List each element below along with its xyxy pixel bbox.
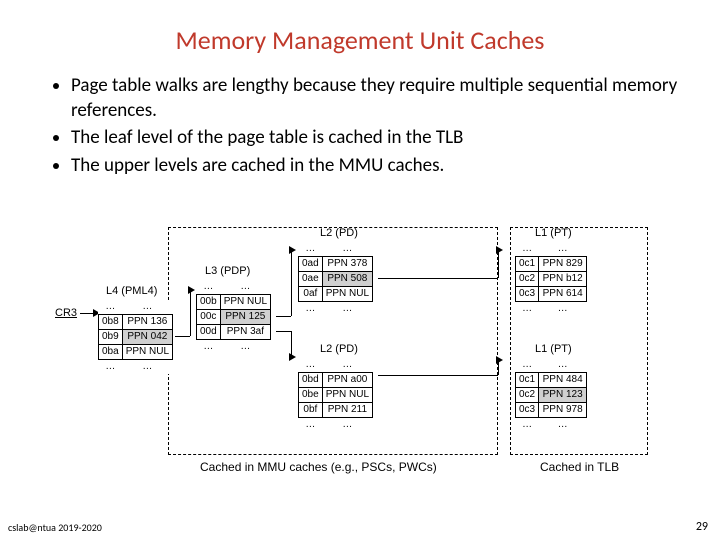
l3-table: …… 00bPPN NUL 00cPPN 125 00dPPN 3af ……: [196, 280, 271, 354]
l2a-table: …… 0adPPN 378 0aePPN 508 0afPPN NUL ……: [298, 242, 373, 316]
l2a-label: L2 (PD): [320, 227, 358, 239]
bullet-item: The upper levels are cached in the MMU c…: [71, 154, 680, 179]
tlb-caption: Cached in TLB: [540, 460, 619, 474]
bullet-item: Page table walks are lengthy because the…: [71, 74, 680, 123]
arrow-icon: [496, 246, 503, 254]
arrow-icon: [496, 356, 503, 364]
l1b-table: …… 0c1PPN 484 0c2PPN 123 0c3PPN 978 ……: [515, 358, 587, 432]
cr3-label: CR3: [55, 307, 77, 319]
page-table-diagram: CR3 L4 (PML4) …… 0b8PPN 136 0b9PPN 042 0…: [60, 235, 660, 490]
slide-number: 29: [696, 520, 708, 534]
footer-left: cslab@ntua 2019-2020: [8, 521, 102, 534]
l2b-table: …… 0bdPPN a00 0bePPN NUL 0bfPPN 211 ……: [298, 358, 373, 432]
bullet-item: The leaf level of the page table is cach…: [71, 126, 680, 151]
l1a-label: L1 (PT): [535, 227, 572, 239]
l4-table: …… 0b8PPN 136 0b9PPN 042 0baPPN NUL ……: [98, 300, 173, 374]
arrow-icon: [188, 286, 195, 294]
arrow-icon: [289, 246, 296, 254]
l1a-table: …… 0c1PPN 829 0c2PPN b12 0c3PPN 614 ……: [515, 242, 587, 316]
mmu-caption: Cached in MMU caches (e.g., PSCs, PWCs): [200, 460, 437, 474]
l4-label: L4 (PML4): [106, 285, 157, 297]
l3-label: L3 (PDP): [205, 265, 250, 277]
l2b-label: L2 (PD): [320, 343, 358, 355]
l1b-label: L1 (PT): [535, 343, 572, 355]
slide-title: Memory Management Unit Caches: [0, 0, 720, 74]
bullet-list: Page table walks are lengthy because the…: [0, 74, 720, 179]
arrow-icon: [289, 353, 296, 361]
